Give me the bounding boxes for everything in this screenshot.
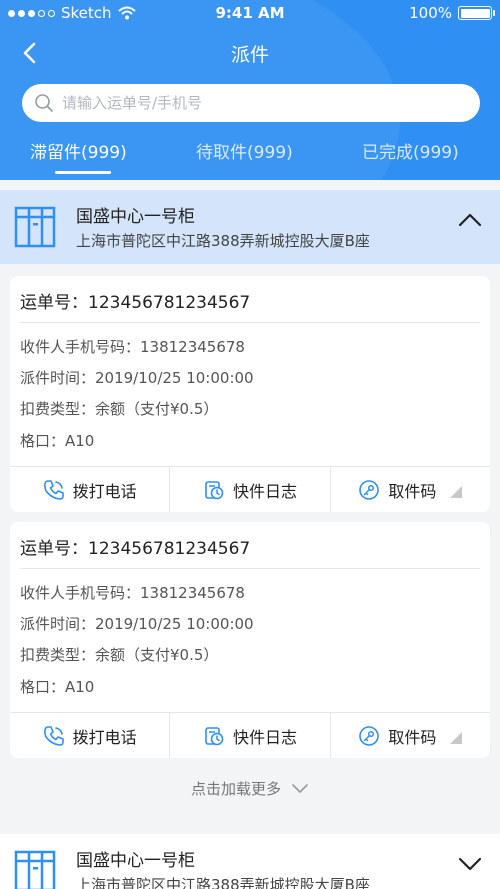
- pickup-code-label: 取件码: [388, 727, 437, 747]
- divider: [20, 568, 480, 569]
- chevron-left-icon: [23, 42, 36, 64]
- header: Sketch 9:41 AM 100% 派件 滞留件(999): [0, 0, 500, 180]
- dispatch-time: 派件时间：2019/10/25 10:00:00: [20, 369, 254, 387]
- log-button[interactable]: 快件日志: [169, 467, 329, 512]
- parcel-card: 运单号：123456781234567 收件人手机号码：13812345678 …: [10, 522, 490, 758]
- phone-icon: [43, 479, 64, 500]
- corner-triangle-icon: [450, 731, 463, 744]
- cabinet-address: 上海市普陀区中江路388弄新城控股大厦B座: [76, 232, 370, 250]
- chevron-down-icon: [292, 784, 308, 793]
- wifi-icon: [117, 6, 136, 20]
- divider: [20, 322, 480, 323]
- chevron-down-icon[interactable]: [458, 856, 482, 872]
- cabinet-name: 国盛中心一号柜: [76, 851, 195, 871]
- call-label: 拨打电话: [72, 727, 137, 747]
- chevron-up-icon[interactable]: [458, 212, 482, 228]
- corner-triangle-icon: [450, 485, 463, 498]
- phone-icon: [43, 725, 64, 746]
- log-label: 快件日志: [232, 481, 297, 501]
- signal-icon: [8, 9, 55, 17]
- card-actions: 拨打电话 快件日志 取件码: [10, 712, 490, 758]
- key-icon: [359, 725, 380, 746]
- log-label: 快件日志: [232, 727, 297, 747]
- log-button[interactable]: 快件日志: [169, 713, 329, 758]
- tab-bar: 滞留件(999) 待取件(999) 已完成(999): [0, 138, 500, 178]
- log-icon: [205, 726, 224, 745]
- slot: 格口：A10: [20, 678, 95, 696]
- pickup-code-label: 取件码: [388, 481, 437, 501]
- back-button[interactable]: [14, 38, 44, 68]
- nav-bar: 派件: [0, 30, 500, 76]
- locker-icon: [14, 206, 56, 248]
- fee-type: 扣费类型：余额（支付¥0.5）: [20, 400, 219, 418]
- search-icon: [35, 94, 53, 112]
- load-more-label: 点击加载更多: [190, 779, 281, 798]
- log-icon: [205, 480, 224, 499]
- recipient-phone: 收件人手机号码：13812345678: [20, 584, 245, 602]
- waybill-number: 运单号：123456781234567: [20, 293, 251, 313]
- cabinet-name: 国盛中心一号柜: [76, 207, 195, 227]
- locker-icon: [14, 850, 56, 889]
- parcel-card: 运单号：123456781234567 收件人手机号码：13812345678 …: [10, 276, 490, 512]
- tab-pending[interactable]: 待取件(999): [196, 138, 293, 163]
- recipient-phone: 收件人手机号码：13812345678: [20, 338, 245, 356]
- load-more-button[interactable]: 点击加载更多: [0, 776, 500, 800]
- call-button[interactable]: 拨打电话: [10, 467, 169, 512]
- call-button[interactable]: 拨打电话: [10, 713, 169, 758]
- slot: 格口：A10: [20, 432, 95, 450]
- search-input[interactable]: [62, 94, 442, 112]
- cabinet-header[interactable]: 国盛中心一号柜 上海市普陀区中江路388弄新城控股大厦B座: [0, 190, 500, 264]
- pickup-code-button[interactable]: 取件码: [329, 467, 490, 512]
- card-actions: 拨打电话 快件日志 取件码: [10, 466, 490, 512]
- pickup-code-button[interactable]: 取件码: [329, 713, 490, 758]
- cabinet-address: 上海市普陀区中江路388弄新城控股大厦B座: [76, 876, 370, 889]
- call-label: 拨打电话: [72, 481, 137, 501]
- fee-type: 扣费类型：余额（支付¥0.5）: [20, 646, 219, 664]
- battery-icon: [458, 6, 495, 20]
- key-icon: [359, 479, 380, 500]
- status-bar: Sketch 9:41 AM 100%: [0, 0, 500, 26]
- carrier-label: Sketch: [61, 4, 112, 22]
- cabinet-header[interactable]: 国盛中心一号柜 上海市普陀区中江路388弄新城控股大厦B座: [0, 834, 500, 889]
- search-bar[interactable]: [22, 84, 480, 122]
- waybill-number: 运单号：123456781234567: [20, 539, 251, 559]
- battery-label: 100%: [409, 4, 452, 22]
- dispatch-time: 派件时间：2019/10/25 10:00:00: [20, 615, 254, 633]
- tab-stranded[interactable]: 滞留件(999): [30, 138, 127, 163]
- page-title: 派件: [230, 44, 269, 66]
- tab-indicator: [55, 171, 111, 174]
- tab-completed[interactable]: 已完成(999): [362, 138, 459, 163]
